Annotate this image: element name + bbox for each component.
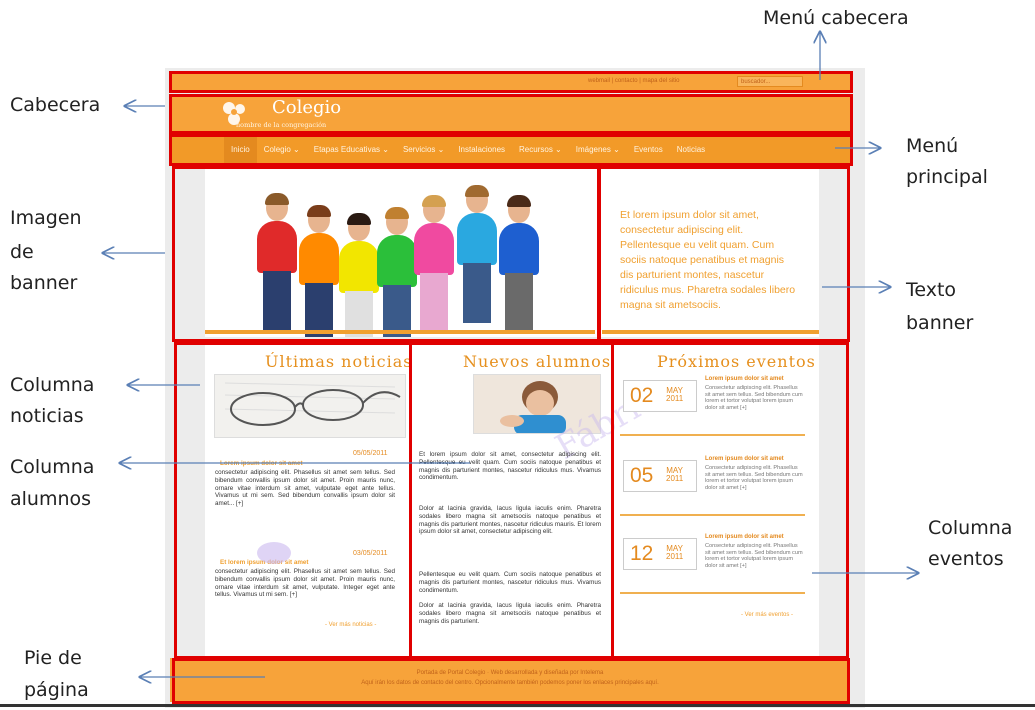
- label-alumnos-2: alumnos: [10, 488, 92, 510]
- label-pie-2: página: [24, 679, 89, 701]
- label-imagen-1: Imagen: [10, 207, 82, 229]
- label-alumnos-1: Columna: [10, 456, 95, 478]
- label-menu-principal-1: Menú: [906, 135, 959, 157]
- label-cabecera: Cabecera: [10, 94, 101, 116]
- label-texto-1: Texto: [906, 279, 957, 301]
- annotation-arrows: [0, 0, 1035, 710]
- label-menu-cabecera: Menú cabecera: [763, 7, 909, 29]
- label-noticias-1: Columna: [10, 374, 95, 396]
- label-eventos-1: Columna: [928, 517, 1013, 539]
- label-noticias-2: noticias: [10, 405, 84, 427]
- label-imagen-2: de: [10, 241, 34, 263]
- label-pie-1: Pie de: [24, 647, 82, 669]
- label-imagen-3: banner: [10, 272, 78, 294]
- label-eventos-2: eventos: [928, 548, 1004, 570]
- label-menu-principal-2: principal: [906, 166, 988, 188]
- label-texto-2: banner: [906, 312, 974, 334]
